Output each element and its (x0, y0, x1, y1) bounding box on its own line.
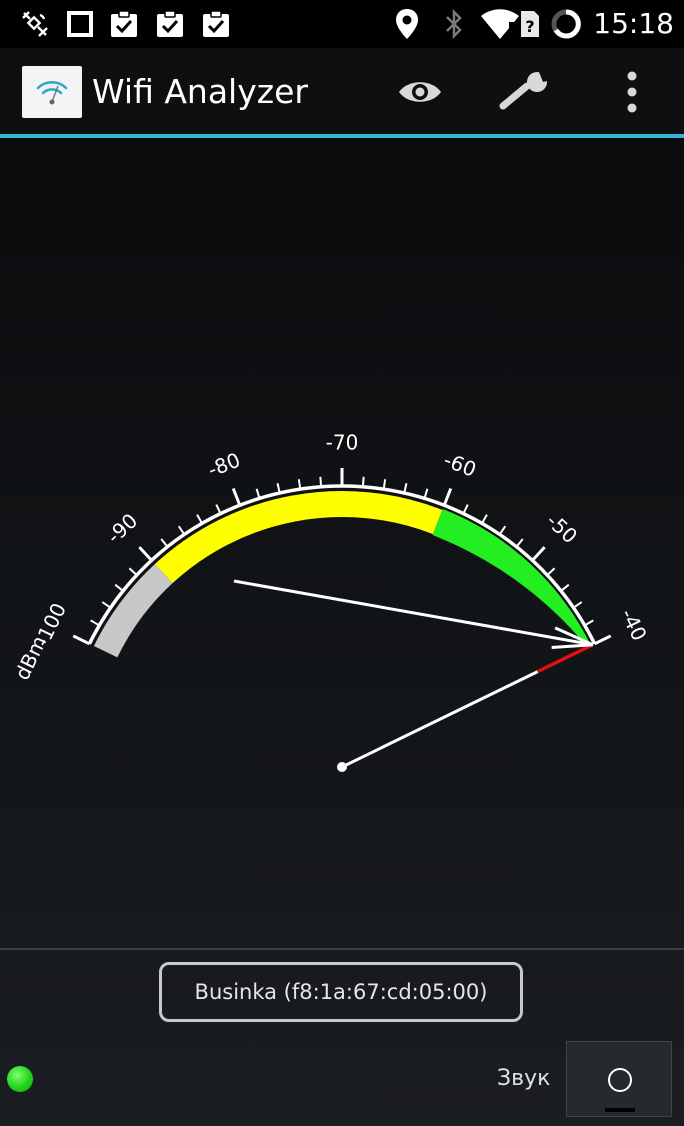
status-time: 15:18 (593, 7, 674, 40)
clipboard-check-icon (108, 6, 140, 42)
tick-label: -50 (542, 508, 582, 548)
access-point-selector[interactable]: Businka (f8:1a:67:cd:05:00) (159, 962, 523, 1022)
minor-tick (462, 504, 469, 515)
tick-label: -80 (204, 448, 243, 482)
eye-icon[interactable] (392, 64, 448, 120)
status-bar: ? 15:18 (0, 0, 684, 48)
minor-tick (498, 525, 507, 535)
satellite-icon (18, 6, 52, 42)
tick-label: -60 (440, 448, 479, 482)
minor-tick (114, 583, 124, 592)
minor-tick (481, 514, 488, 524)
band-1 (154, 491, 443, 584)
major-tick (72, 634, 91, 646)
sound-toggle[interactable] (566, 1041, 672, 1117)
minor-tick (128, 567, 138, 576)
minor-tick (572, 601, 583, 609)
toggle-knob-icon (608, 1068, 632, 1092)
wrench-icon[interactable] (496, 64, 556, 120)
minor-tick (215, 504, 222, 515)
battery-ring-icon (549, 6, 583, 42)
square-icon (64, 6, 96, 42)
major-tick (138, 546, 153, 562)
app-logo-icon[interactable] (22, 66, 82, 118)
band-0 (93, 564, 173, 658)
bottom-divider (0, 948, 684, 950)
unit-label: dBm (10, 632, 52, 684)
app-title: Wifi Analyzer (92, 72, 308, 111)
svg-text:?: ? (525, 17, 534, 36)
wifi-icon (478, 6, 522, 42)
bluetooth-icon (441, 6, 467, 42)
clipboard-check-icon (154, 6, 186, 42)
needle-pivot (337, 762, 347, 772)
minor-tick (160, 538, 169, 548)
major-tick (231, 487, 242, 506)
minor-tick (255, 488, 261, 499)
minor-tick (560, 583, 570, 592)
minor-tick (319, 476, 323, 487)
signal-status-indicator (7, 1066, 33, 1092)
minor-tick (584, 619, 594, 627)
minor-tick (90, 619, 100, 627)
location-pin-icon (393, 6, 421, 42)
minor-tick (177, 525, 186, 535)
overflow-menu-icon[interactable] (616, 64, 648, 120)
minor-tick (361, 476, 365, 487)
access-point-label: Businka (f8:1a:67:cd:05:00) (194, 980, 488, 1004)
major-tick (531, 546, 546, 562)
sim-card-question-icon: ? (518, 6, 542, 42)
clipboard-check-icon (200, 6, 232, 42)
minor-tick (515, 538, 524, 548)
meter-screen: -100 -90 -80 -70 -60 -50 -40 dBm Businka (f8:1… (0, 138, 684, 1126)
tick-label: -40 (616, 605, 652, 645)
sound-label: Звук (497, 1066, 551, 1091)
action-bar: Wifi Analyzer (0, 48, 684, 134)
minor-tick (546, 567, 556, 576)
tick-label: -90 (102, 508, 142, 548)
minor-tick (423, 488, 429, 499)
signal-needle-tip (536, 643, 594, 674)
minor-tick (196, 514, 203, 524)
major-tick (442, 487, 453, 506)
signal-meter: -100-90-80-70-60-50-40 dBm (10, 431, 652, 772)
tick-label: -70 (326, 431, 359, 455)
toggle-indicator-bar (605, 1108, 635, 1112)
signal-needle (341, 670, 539, 769)
minor-tick (101, 601, 112, 609)
major-tick (593, 634, 612, 646)
